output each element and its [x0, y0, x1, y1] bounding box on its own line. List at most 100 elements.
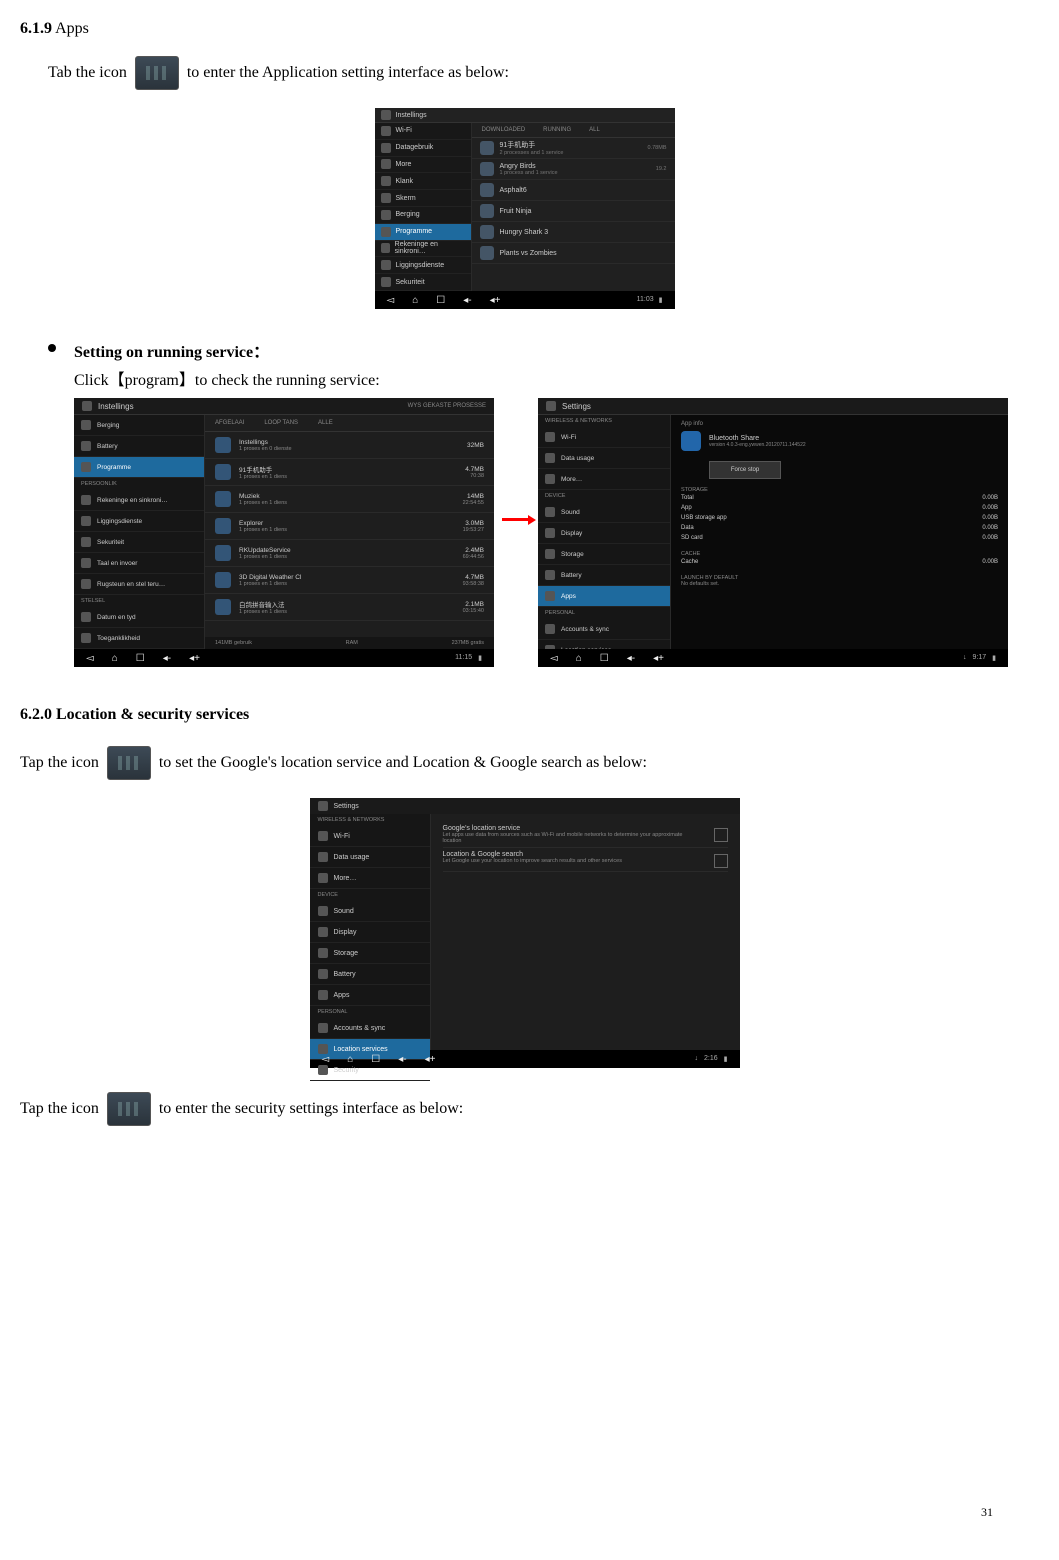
- sidebar-item[interactable]: Datum en tyd: [74, 607, 204, 628]
- tab[interactable]: AFGELAAI: [215, 420, 244, 426]
- app-row[interactable]: Asphalt6: [472, 180, 675, 201]
- home-icon[interactable]: ⌂: [347, 1054, 353, 1065]
- sidebar-item[interactable]: Datagebruik: [375, 140, 471, 157]
- heading-620-text: Location & security services: [56, 706, 249, 723]
- vol-up-icon[interactable]: ◂+: [425, 1054, 436, 1065]
- app-row[interactable]: Plants vs Zombies: [472, 243, 675, 264]
- sidebar-item[interactable]: Apps: [538, 586, 670, 607]
- sidebar-item[interactable]: Display: [538, 523, 670, 544]
- recents-icon[interactable]: ☐: [436, 295, 445, 306]
- sidebar-item[interactable]: Rekeninge en sinkroni…: [74, 490, 204, 511]
- vol-up-icon[interactable]: ◂+: [653, 653, 664, 664]
- app-row[interactable]: Muziek1 proses en 1 diens14MB22:54:55: [205, 486, 494, 513]
- security-inline-icon: [107, 1092, 151, 1126]
- tab[interactable]: RUNNING: [543, 127, 571, 133]
- sidebar-item[interactable]: Display: [310, 922, 430, 943]
- sidebar-item[interactable]: More…: [310, 868, 430, 889]
- recents-icon[interactable]: ☐: [136, 653, 145, 664]
- tab[interactable]: DOWNLOADED: [482, 127, 526, 133]
- sidebar-item[interactable]: Data usage: [538, 448, 670, 469]
- app-row[interactable]: 3D Digital Weather Cl1 proses en 1 diens…: [205, 567, 494, 594]
- sidebar-item[interactable]: Sekuriteit: [74, 532, 204, 553]
- sidebar-item[interactable]: Location services: [538, 640, 670, 649]
- app-row[interactable]: 白鸽拼音输入法1 proses en 1 diens2.1MB03:15:40: [205, 594, 494, 621]
- screenshot-c: Settings WIRELESS & NETWORKSWi-FiData us…: [310, 798, 740, 1068]
- home-icon[interactable]: ⌂: [112, 653, 118, 664]
- sidebar-item[interactable]: Wi-Fi: [538, 427, 670, 448]
- app-row[interactable]: Hungry Shark 3: [472, 222, 675, 243]
- sidebar-item[interactable]: Battery: [74, 436, 204, 457]
- screenshot-b-left: Instellings WYS GEKASTE PROSESSE Berging…: [74, 398, 494, 666]
- vol-down-icon[interactable]: ◂-: [463, 295, 471, 306]
- back-icon[interactable]: ◅: [86, 653, 94, 664]
- gear-icon: [546, 401, 556, 411]
- heading-619-num: 6.1.9: [20, 20, 52, 37]
- app-row[interactable]: RKUpdateService1 proses en 1 diens2.4MB6…: [205, 540, 494, 567]
- sidebar-item[interactable]: Liggingsdienste: [74, 511, 204, 532]
- vol-down-icon[interactable]: ◂-: [398, 1054, 406, 1065]
- bullet-running-service: Setting on running service：: [48, 338, 1029, 362]
- checkbox[interactable]: [714, 854, 728, 868]
- sidebar-item[interactable]: Sound: [310, 901, 430, 922]
- sidebar-item[interactable]: Accounts & sync: [310, 1018, 430, 1039]
- gear-icon: [381, 110, 391, 120]
- vol-up-icon[interactable]: ◂+: [189, 653, 200, 664]
- sidebar-item[interactable]: Klank: [375, 173, 471, 190]
- option-row[interactable]: Google's location serviceLet apps use da…: [443, 822, 728, 848]
- vol-up-icon[interactable]: ◂+: [490, 295, 501, 306]
- force-stop-button[interactable]: Force stop: [709, 461, 781, 479]
- sidebar-item[interactable]: More: [375, 157, 471, 174]
- sidebar-item[interactable]: Accounts & sync: [538, 619, 670, 640]
- home-icon[interactable]: ⌂: [576, 653, 582, 664]
- recents-icon[interactable]: ☐: [600, 653, 609, 664]
- app-row[interactable]: Instellings1 proses en 0 dienste32MB: [205, 432, 494, 459]
- tab[interactable]: ALLE: [318, 420, 333, 426]
- app-row[interactable]: Angry Birds1 process and 1 service19.2: [472, 159, 675, 180]
- sidebar-item[interactable]: Taal en invoer: [74, 553, 204, 574]
- app-row[interactable]: 91手机助手1 proses en 1 diens4.7MB70:38: [205, 459, 494, 486]
- bullet-desc: Click【program】to check the running servi…: [74, 366, 1029, 390]
- sidebar-item[interactable]: Liggingsdienste: [375, 257, 471, 274]
- figure-running-service: Instellings WYS GEKASTE PROSESSE Berging…: [74, 398, 1029, 666]
- figure-application-settings: Instellings Wi-FiDatagebruikMoreKlankSke…: [20, 108, 1029, 308]
- line-tab-icon: Tab the icon to enter the Application se…: [48, 56, 1029, 90]
- heading-619: 6.1.9 Apps: [20, 20, 1029, 38]
- sidebar-item[interactable]: Sound: [538, 502, 670, 523]
- sidebar-item[interactable]: Sekuriteit: [375, 274, 471, 291]
- sidebar-item[interactable]: More…: [538, 469, 670, 490]
- sidebar-item[interactable]: Berging: [74, 415, 204, 436]
- sidebar-item[interactable]: Storage: [310, 943, 430, 964]
- sidebar-item[interactable]: Wi-Fi: [375, 123, 471, 140]
- app-row[interactable]: Fruit Ninja: [472, 201, 675, 222]
- back-icon[interactable]: ◅: [387, 295, 395, 306]
- dl-icon: ↓: [963, 654, 967, 662]
- sidebar-item[interactable]: Battery: [538, 565, 670, 586]
- sidebar-item[interactable]: Berging: [375, 207, 471, 224]
- back-icon[interactable]: ◅: [550, 653, 558, 664]
- sidebar-item[interactable]: Toeganklikheid: [74, 628, 204, 649]
- option-row[interactable]: Location & Google searchLet Google use y…: [443, 848, 728, 872]
- vol-down-icon[interactable]: ◂-: [163, 653, 171, 664]
- sidebar-item[interactable]: Programme: [375, 224, 471, 241]
- back-icon[interactable]: ◅: [322, 1054, 330, 1065]
- sidebar-item[interactable]: Skerm: [375, 190, 471, 207]
- wifi-icon: ▮: [478, 654, 482, 662]
- vol-down-icon[interactable]: ◂-: [627, 653, 635, 664]
- app-row[interactable]: Explorer1 proses en 1 diens3.0MB19:53:27: [205, 513, 494, 540]
- sidebar-item[interactable]: Rugsteun en stel teru…: [74, 574, 204, 595]
- sidebar-item[interactable]: Data usage: [310, 847, 430, 868]
- tab[interactable]: LOOP TANS: [264, 420, 298, 426]
- sidebar-item[interactable]: Storage: [538, 544, 670, 565]
- wifi-icon: ▮: [724, 1055, 728, 1063]
- sidebar-item[interactable]: Apps: [310, 985, 430, 1006]
- line-security-icon: Tap the icon to enter the security setti…: [20, 1092, 1029, 1126]
- tab[interactable]: ALL: [589, 127, 600, 133]
- sidebar-item[interactable]: Rekeninge en sinkroni…: [375, 241, 471, 258]
- app-row[interactable]: 91手机助手2 processes and 1 service0.78MB: [472, 138, 675, 159]
- home-icon[interactable]: ⌂: [412, 295, 418, 306]
- sidebar-item[interactable]: Programme: [74, 457, 204, 478]
- sidebar-item[interactable]: Battery: [310, 964, 430, 985]
- sidebar-item[interactable]: Wi-Fi: [310, 826, 430, 847]
- checkbox[interactable]: [714, 828, 728, 842]
- recents-icon[interactable]: ☐: [371, 1054, 380, 1065]
